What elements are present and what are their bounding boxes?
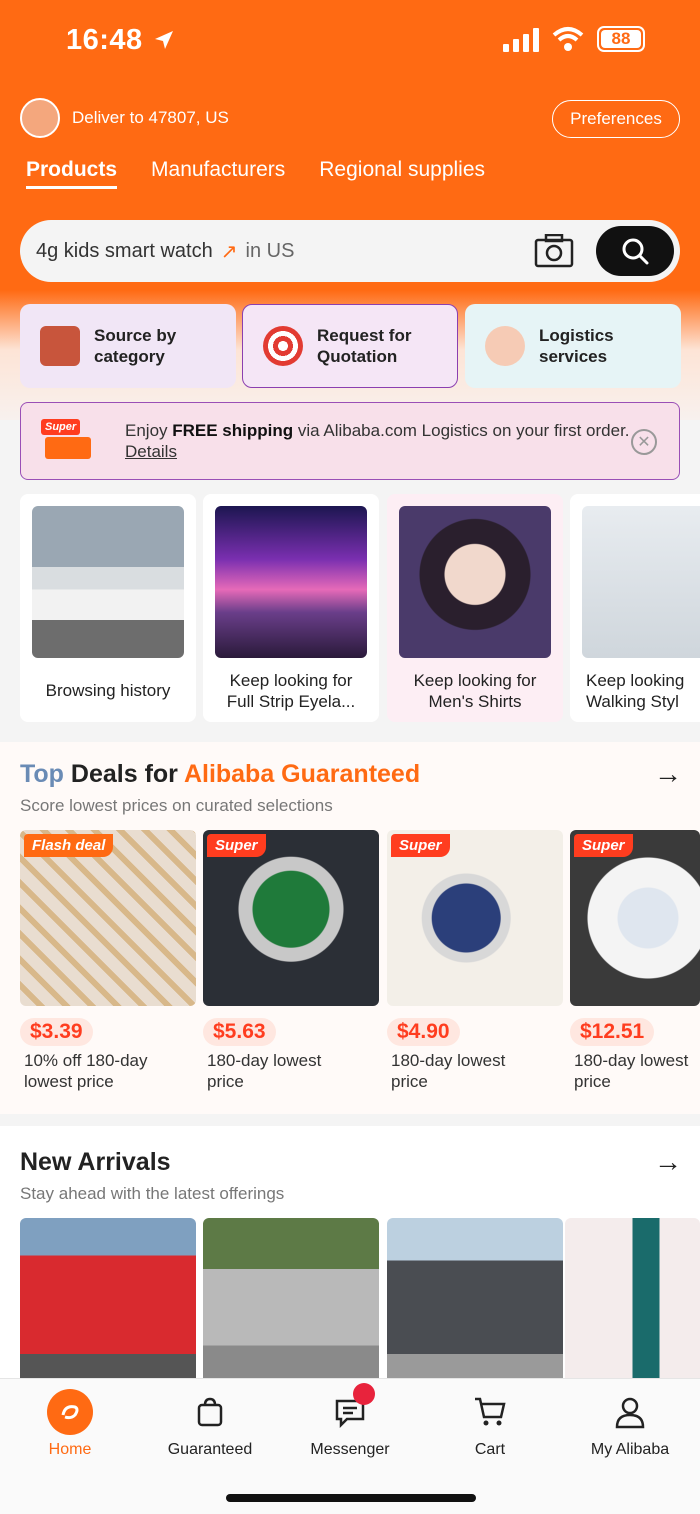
wifi-icon [552, 27, 584, 51]
deal-price: $5.63 [203, 1018, 276, 1046]
source-by-category-button[interactable]: Source by category [20, 304, 236, 388]
keep-looking-eyelashes-card[interactable]: Keep looking for Full Strip Eyela... [203, 494, 379, 722]
banner-text: Enjoy FREE shipping via Alibaba.com Logi… [125, 421, 630, 461]
card-caption: Keep looking Walking Styl [586, 671, 685, 711]
deal-price: $12.51 [570, 1018, 655, 1046]
details-link[interactable]: Details [125, 442, 177, 461]
notification-badge [353, 1383, 375, 1405]
arrow-right-icon[interactable]: → [654, 1146, 682, 1178]
browsing-carousel: Browsing history Keep looking for Full St… [0, 490, 700, 726]
battery-icon: 88 [597, 26, 645, 52]
tab-manufacturers[interactable]: Manufacturers [151, 158, 285, 189]
green-watch-image: Super [203, 830, 379, 1006]
deal-price: $3.39 [20, 1018, 93, 1046]
red-car-image[interactable] [20, 1218, 196, 1388]
avatar[interactable] [20, 98, 60, 138]
section-subtitle: Score lowest prices on curated selection… [20, 796, 333, 815]
card-caption: Keep looking for Full Strip Eyela... [226, 671, 356, 711]
box-icon [40, 326, 80, 366]
search-query[interactable]: 4g kids smart watch [36, 240, 213, 263]
truck-icon: Super [41, 419, 99, 463]
cellular-signal-icon [503, 28, 539, 52]
super-badge: Super [391, 834, 450, 857]
deal-label: 180-day lowest price [207, 1051, 322, 1091]
tab-regional-supplies[interactable]: Regional supplies [319, 158, 485, 189]
super-tag: Super [41, 419, 81, 435]
logistics-services-button[interactable]: Logistics services [465, 304, 681, 388]
section-title: Top Deals for Alibaba Guaranteed [20, 760, 421, 788]
status-bar: 16:48 88 [0, 22, 700, 62]
location-arrow-icon [155, 31, 173, 49]
keep-looking-walking-card[interactable]: Keep looking Walking Styl [570, 494, 700, 722]
super-badge: Super [574, 834, 633, 857]
home-icon [47, 1389, 93, 1435]
deal-card[interactable]: Flash deal $3.39 10% off 180-day lowest p… [20, 830, 196, 1092]
perfume-image[interactable] [565, 1218, 700, 1388]
bracelets-image: Flash deal [20, 830, 196, 1006]
plane-icon [485, 326, 525, 366]
card-caption: Keep looking for Men's Shirts [413, 671, 537, 711]
search-bar[interactable]: 4g kids smart watch ↗ in US [20, 220, 680, 282]
deal-label: 180-day lowest price [391, 1051, 506, 1091]
search-icon [622, 238, 649, 265]
status-time: 16:48 [66, 24, 143, 56]
camera-icon[interactable] [534, 234, 574, 268]
portrait-image [399, 506, 551, 658]
top-tabs: Products Manufacturers Regional supplies [26, 158, 485, 189]
deliver-to[interactable]: Deliver to 47807, US [20, 98, 229, 138]
search-button[interactable] [596, 226, 674, 276]
tab-cart[interactable]: Cart [420, 1389, 560, 1459]
search-scope: in US [245, 239, 295, 262]
shield-bag-icon [187, 1389, 233, 1435]
top-deals-section: Top Deals for Alibaba Guaranteed Score l… [0, 742, 700, 1114]
free-shipping-banner[interactable]: Super Enjoy FREE shipping via Alibaba.co… [20, 402, 680, 480]
car-image [32, 506, 184, 658]
browsing-history-card[interactable]: Browsing history [20, 494, 196, 722]
white-watch-image: Super [570, 830, 700, 1006]
flash-deal-badge: Flash deal [24, 834, 114, 857]
deal-card[interactable]: Super $5.63 180-day lowest price [203, 830, 379, 1092]
battery-level: 88 [601, 30, 641, 48]
deal-card[interactable]: Super $12.51 180-day lowest price [570, 830, 700, 1092]
new-arrivals-section: New Arrivals Stay ahead with the latest … [0, 1126, 700, 1388]
card-caption: Browsing history [45, 681, 171, 700]
tab-products[interactable]: Products [26, 158, 118, 189]
tab-my-alibaba[interactable]: My Alibaba [560, 1389, 700, 1459]
request-for-quotation-button[interactable]: Request for Quotation [242, 304, 458, 388]
tab-home[interactable]: Home [0, 1389, 140, 1459]
person-icon [607, 1389, 653, 1435]
close-icon[interactable]: ✕ [631, 429, 657, 455]
home-indicator [226, 1494, 476, 1502]
preferences-button[interactable]: Preferences [552, 100, 680, 138]
silver-convertible-image[interactable] [203, 1218, 379, 1388]
keep-looking-shirts-card[interactable]: Keep looking for Men's Shirts [387, 494, 563, 722]
header: 16:48 88 Deliver to 47807, US Preference… [0, 0, 700, 420]
sneakers-image [582, 506, 700, 658]
deliver-to-label: Deliver to 47807, US [72, 108, 229, 127]
chat-icon [327, 1383, 375, 1435]
deal-label: 180-day lowest price [574, 1051, 689, 1091]
blue-watch-image: Super [387, 830, 563, 1006]
tab-messenger[interactable]: Messenger [280, 1383, 420, 1459]
deal-label: 10% off 180-day lowest price [24, 1051, 148, 1091]
gray-hatchback-image[interactable] [387, 1218, 563, 1388]
sunset-image [215, 506, 367, 658]
deal-card[interactable]: Super $4.90 180-day lowest price [387, 830, 563, 1092]
tab-guaranteed[interactable]: Guaranteed [140, 1389, 280, 1459]
cart-icon [467, 1389, 513, 1435]
super-badge: Super [207, 834, 266, 857]
target-icon [263, 326, 303, 366]
trending-icon: ↗ [220, 240, 238, 263]
deal-price: $4.90 [387, 1018, 460, 1046]
arrow-right-icon[interactable]: → [654, 758, 682, 790]
section-title: New Arrivals [20, 1148, 171, 1176]
section-subtitle: Stay ahead with the latest offerings [20, 1184, 285, 1203]
